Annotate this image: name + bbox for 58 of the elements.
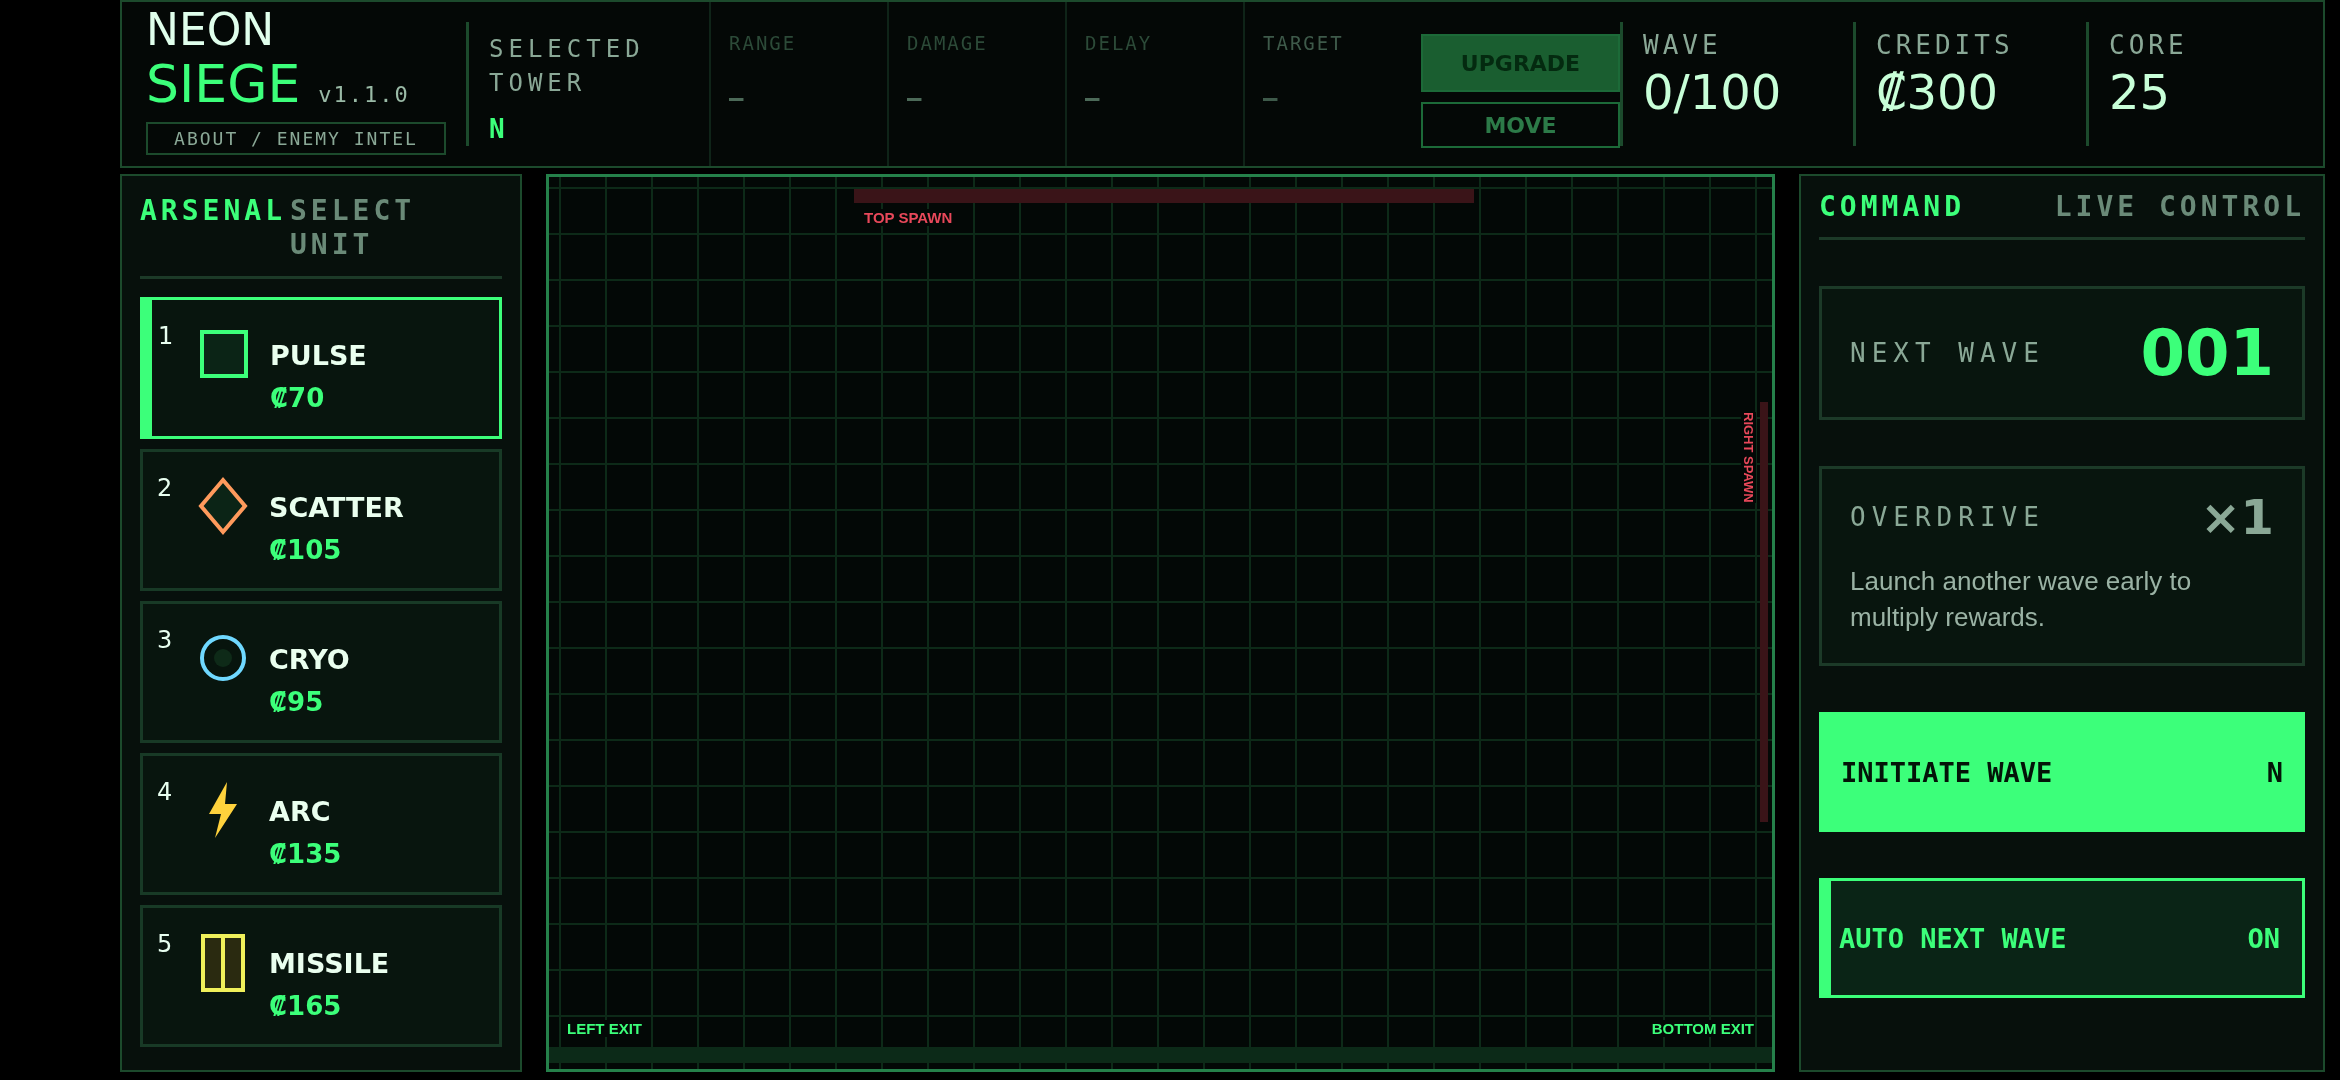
exit-label: BOTTOM EXIT <box>1651 1020 1754 1037</box>
hotkey-number: 3 <box>157 626 174 654</box>
panel-title: COMMAND <box>1819 190 1965 223</box>
unit-name: PULSE <box>270 340 367 371</box>
stat-value: — <box>729 84 745 112</box>
status-label: CORE <box>2109 30 2189 60</box>
move-button[interactable]: MOVE <box>1421 102 1620 148</box>
unit-name: SCATTER <box>269 492 404 523</box>
auto-next-wave-toggle[interactable]: AUTO NEXT WAVE ON <box>1819 878 2305 998</box>
unit-card[interactable]: 2 SCATTER ₡105 <box>140 449 502 591</box>
unit-card[interactable]: 5 MISSILE ₡165 <box>140 905 502 1047</box>
game-title: NEON <box>146 6 276 54</box>
hotkey-number: 4 <box>157 778 174 806</box>
selected-tower-label: SELECTED TOWER <box>489 34 646 99</box>
stat-label: RANGE <box>729 32 798 54</box>
overdrive-label: OVERDRIVE <box>1850 502 2045 532</box>
status-value: 25 <box>2109 64 2172 120</box>
stat-label: DAMAGE <box>907 32 989 54</box>
version-label: v1.1.0 <box>318 82 410 107</box>
hotkey-number: 2 <box>157 474 174 502</box>
stat-label: TARGET <box>1263 32 1345 54</box>
spawn-label: TOP SPAWN <box>864 209 953 226</box>
hotkey-number: 1 <box>158 322 175 350</box>
status-label: CREDITS <box>1876 30 2015 60</box>
unit-cost: ₡165 <box>269 991 343 1021</box>
spawn-label: RIGHT SPAWN <box>1741 412 1756 503</box>
unit-name: CRYO <box>269 644 350 675</box>
unit-name: MISSILE <box>269 948 390 979</box>
panel-title: ARSENAL <box>140 194 286 229</box>
game-title: SIEGE <box>146 54 301 114</box>
panel-subtitle: SELECT UNIT <box>290 194 417 262</box>
next-wave-number: 001 <box>2140 316 2274 390</box>
exit-label: LEFT EXIT <box>567 1020 642 1037</box>
unit-card[interactable]: 3 CRYO ₡95 <box>140 601 502 743</box>
status-value: ₡300 <box>1876 64 2000 120</box>
unit-card[interactable]: 4 ARC ₡135 <box>140 753 502 895</box>
unit-card[interactable]: 1 PULSE ₡70 <box>140 297 502 439</box>
diamond-icon <box>197 474 249 538</box>
unit-cost: ₡135 <box>269 839 342 869</box>
stat-label: DELAY <box>1085 32 1154 54</box>
unit-cost: ₡70 <box>270 383 326 413</box>
stat-value: — <box>1263 84 1279 112</box>
stat-value: — <box>907 84 923 112</box>
panel-subtitle: LIVE CONTROL <box>2054 190 2305 223</box>
selected-tower-name: N <box>489 114 506 144</box>
status-label: WAVE <box>1643 30 1723 60</box>
overdrive-description: Launch another wave early to multiply rewards. <box>1850 565 2193 634</box>
unit-cost: ₡105 <box>269 535 343 565</box>
hotkey-number: 5 <box>157 930 174 958</box>
initiate-wave-button[interactable]: INITIATE WAVE N <box>1819 712 2305 832</box>
next-wave-label: NEXT WAVE <box>1850 338 2045 368</box>
unit-name: ARC <box>269 796 332 827</box>
overdrive-multiplier: ×1 <box>2200 489 2274 545</box>
stat-value: — <box>1085 84 1101 112</box>
status-value: 0/100 <box>1643 64 1783 120</box>
about-button[interactable]: ABOUT / ENEMY INTEL <box>146 122 446 155</box>
map-grid[interactable]: TOP SPAWN RIGHT SPAWN LEFT EXIT BOTTOM EXIT <box>546 174 1775 1072</box>
unit-cost: ₡95 <box>269 687 325 717</box>
